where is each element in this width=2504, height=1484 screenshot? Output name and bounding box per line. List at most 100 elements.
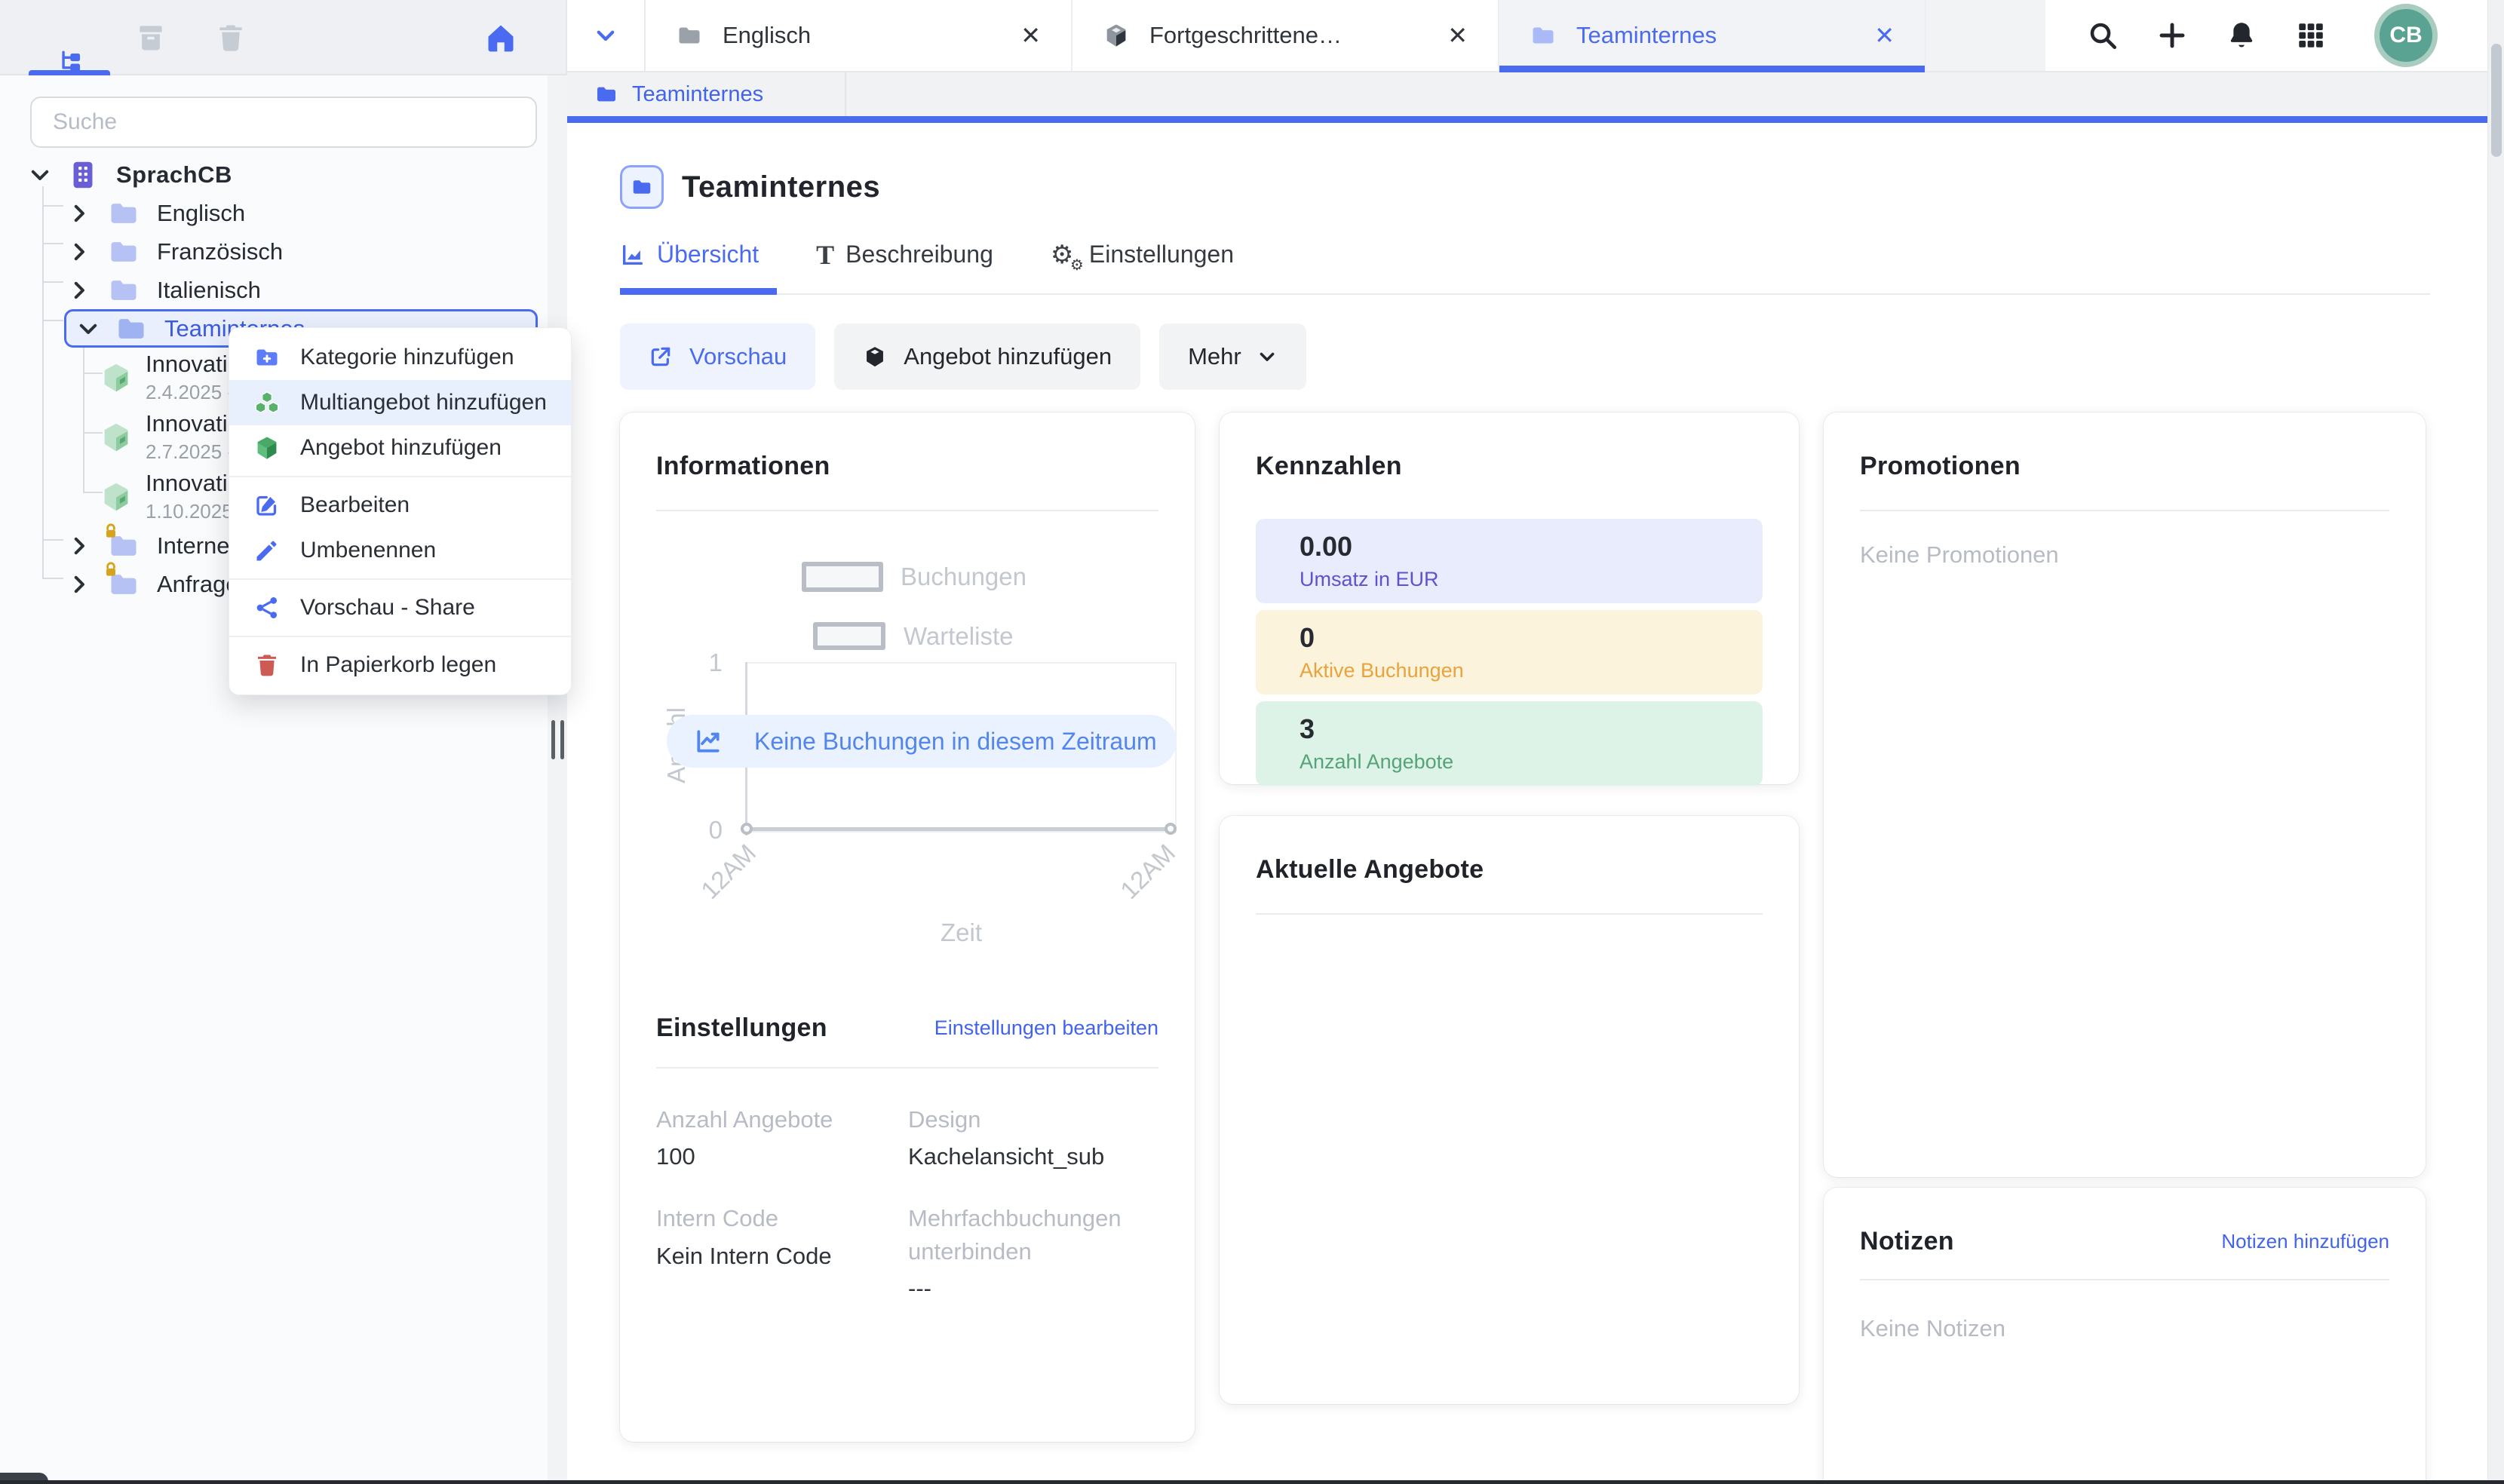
data-point bbox=[1165, 823, 1177, 835]
window-scrollbar[interactable] bbox=[2487, 0, 2504, 1484]
bell-icon[interactable] bbox=[2226, 20, 2257, 51]
menu-item-label: Vorschau - Share bbox=[300, 595, 475, 621]
add-offer-button[interactable]: Angebot hinzufügen bbox=[834, 323, 1140, 390]
tree-item-franzoesisch[interactable]: Französisch bbox=[0, 232, 566, 271]
card-promotionen: Promotionen Keine Promotionen bbox=[1824, 412, 2426, 1177]
sidebar-resizer[interactable] bbox=[548, 75, 567, 1484]
page-title: Teaminternes bbox=[682, 170, 880, 204]
setting-field: Design Kachelansicht_sub bbox=[908, 1103, 1159, 1170]
close-icon[interactable]: ✕ bbox=[1874, 21, 1895, 50]
setting-label: Anzahl Angebote bbox=[656, 1103, 908, 1136]
kpi-tile-umsatz: 0.00 Umsatz in EUR bbox=[1256, 519, 1763, 603]
home-icon[interactable] bbox=[484, 21, 517, 54]
tree-item-englisch[interactable]: Englisch bbox=[0, 194, 566, 232]
setting-field: Intern Code Kein Intern Code bbox=[656, 1202, 908, 1302]
x-axis-label: Zeit bbox=[746, 918, 1177, 947]
close-icon[interactable]: ✕ bbox=[1020, 21, 1041, 50]
chevron-right-icon[interactable] bbox=[66, 572, 92, 597]
card-title: Promotionen bbox=[1860, 452, 2389, 481]
menu-divider bbox=[229, 578, 571, 580]
offer-cube-icon bbox=[99, 480, 133, 514]
tab-uebersicht[interactable]: Übersicht bbox=[620, 241, 759, 268]
plus-icon[interactable] bbox=[2156, 20, 2188, 51]
chevron-down-icon[interactable] bbox=[27, 162, 53, 188]
menu-item-move-to-trash[interactable]: In Papierkorb legen bbox=[229, 642, 571, 688]
tab-einstellungen[interactable]: ⚙⚙ Einstellungen bbox=[1051, 241, 1234, 268]
chevron-down-icon bbox=[1257, 346, 1278, 367]
menu-item-edit[interactable]: Bearbeiten bbox=[229, 483, 571, 528]
trash-icon[interactable] bbox=[214, 21, 247, 54]
archive-icon[interactable] bbox=[134, 21, 167, 54]
menu-item-label: Umbenennen bbox=[300, 538, 436, 563]
tree-item-label: Französisch bbox=[157, 238, 283, 265]
breadcrumb[interactable]: Teaminternes bbox=[567, 72, 846, 116]
legend-label[interactable]: Buchungen bbox=[901, 563, 1026, 591]
menu-item-rename[interactable]: Umbenennen bbox=[229, 528, 571, 573]
offer-cube-icon bbox=[99, 360, 133, 395]
preview-button[interactable]: Vorschau bbox=[620, 323, 815, 390]
setting-field: Anzahl Angebote 100 bbox=[656, 1103, 908, 1170]
chevron-down-icon[interactable] bbox=[75, 316, 101, 342]
settings-section-header: Einstellungen Einstellungen bearbeiten bbox=[656, 1013, 1158, 1043]
apps-grid-icon[interactable] bbox=[2295, 20, 2327, 51]
chevron-right-icon[interactable] bbox=[66, 201, 92, 226]
folder-icon bbox=[107, 274, 140, 307]
empty-state-text: Keine Notizen bbox=[1860, 1315, 2389, 1342]
active-tab-indicator bbox=[620, 288, 777, 295]
divider bbox=[656, 510, 1158, 511]
tab-label: Einstellungen bbox=[1089, 241, 1234, 268]
chevron-right-icon[interactable] bbox=[66, 239, 92, 265]
chart-line-icon bbox=[694, 727, 723, 756]
close-icon[interactable]: ✕ bbox=[1447, 21, 1468, 50]
page-tabs: Übersicht T Beschreibung ⚙⚙ Einstellunge… bbox=[620, 241, 2504, 268]
kpi-value: 0.00 bbox=[1300, 531, 1763, 563]
chevron-right-icon[interactable] bbox=[66, 533, 92, 559]
external-link-icon bbox=[649, 345, 673, 369]
tab-fortgeschrittene[interactable]: Fortgeschrittene… ✕ bbox=[1072, 0, 1499, 71]
tab-label: Übersicht bbox=[657, 241, 759, 268]
tree-item-label: Englisch bbox=[157, 200, 245, 227]
cube-icon bbox=[1103, 22, 1130, 49]
kpi-value: 0 bbox=[1300, 622, 1763, 654]
app-window: SprachCB Englisch Französisch Italienisc… bbox=[0, 0, 2504, 1484]
scrollbar-thumb[interactable] bbox=[2491, 44, 2502, 157]
menu-item-add-offer[interactable]: Angebot hinzufügen bbox=[229, 425, 571, 471]
search-input[interactable] bbox=[30, 97, 537, 148]
kpi-value: 3 bbox=[1300, 713, 1763, 745]
divider bbox=[1256, 913, 1763, 915]
search-icon[interactable] bbox=[2087, 20, 2119, 51]
resize-handle-icon[interactable] bbox=[551, 720, 564, 759]
tab-englisch[interactable]: Englisch ✕ bbox=[646, 0, 1072, 71]
y-axis-tick: 0 bbox=[686, 816, 723, 845]
menu-item-add-multi-offer[interactable]: Multiangebot hinzufügen bbox=[229, 380, 571, 425]
settings-title: Einstellungen bbox=[656, 1013, 827, 1043]
kpi-tile-anzahl-angebote: 3 Anzahl Angebote bbox=[1256, 701, 1763, 786]
page-content: Teaminternes Übersicht T Beschreibung ⚙⚙… bbox=[567, 123, 2504, 1484]
tree-item-italienisch[interactable]: Italienisch bbox=[0, 271, 566, 309]
legend-swatch-buchungen bbox=[802, 562, 883, 592]
page-header: Teaminternes bbox=[620, 165, 2504, 209]
tree-item-root[interactable]: SprachCB bbox=[0, 155, 566, 194]
folder-icon bbox=[107, 235, 140, 268]
button-label: Mehr bbox=[1188, 343, 1241, 370]
tab-beschreibung[interactable]: T Beschreibung bbox=[816, 241, 993, 268]
menu-item-preview-share[interactable]: Vorschau - Share bbox=[229, 585, 571, 630]
document-tabstrip: Englisch ✕ Fortgeschrittene… ✕ Teaminter… bbox=[567, 0, 2504, 72]
folder-plus-icon bbox=[253, 344, 281, 371]
breadcrumb-label: Teaminternes bbox=[632, 82, 763, 107]
zero-data-line bbox=[750, 827, 1172, 831]
card-informationen: Informationen Buchungen Warteliste 1 0 bbox=[620, 412, 1195, 1442]
tab-label: Englisch bbox=[723, 22, 811, 49]
chevron-right-icon[interactable] bbox=[66, 277, 92, 303]
legend-label[interactable]: Warteliste bbox=[904, 622, 1013, 651]
empty-chart-text: Keine Buchungen in diesem Zeitraum bbox=[754, 728, 1157, 756]
avatar[interactable]: CB bbox=[2374, 4, 2438, 67]
tabstrip-dropdown[interactable] bbox=[567, 0, 646, 71]
more-button[interactable]: Mehr bbox=[1159, 323, 1306, 390]
add-notes-link[interactable]: Notizen hinzufügen bbox=[2221, 1230, 2389, 1253]
dashboard-cards: Informationen Buchungen Warteliste 1 0 bbox=[620, 412, 2504, 1484]
edit-settings-link[interactable]: Einstellungen bearbeiten bbox=[934, 1016, 1158, 1040]
tab-teaminternes-active[interactable]: Teaminternes ✕ bbox=[1499, 0, 1926, 71]
folder-icon bbox=[594, 82, 618, 106]
menu-item-add-category[interactable]: Kategorie hinzufügen bbox=[229, 335, 571, 380]
